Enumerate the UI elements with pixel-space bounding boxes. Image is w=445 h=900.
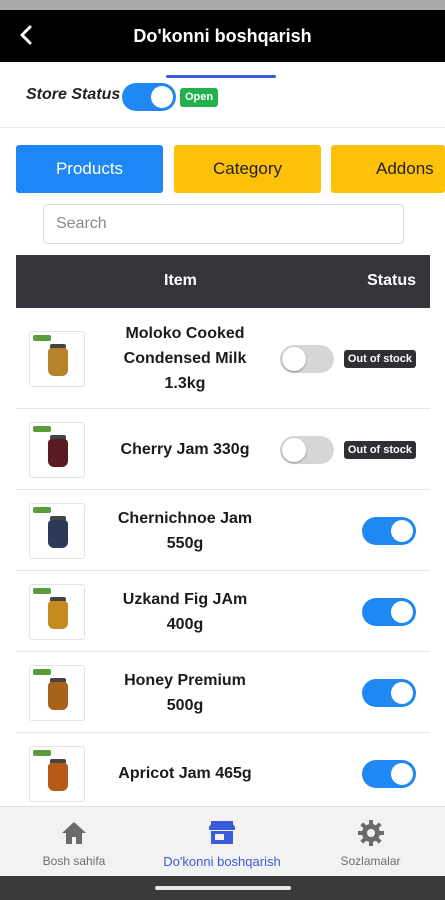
store-status-row: Store Status Open <box>0 62 445 128</box>
tab-addons[interactable]: Addons <box>331 145 445 193</box>
toggle-knob <box>151 86 173 108</box>
stock-toggle[interactable] <box>362 678 416 707</box>
product-name-line: 500g <box>166 696 204 714</box>
home-icon <box>59 819 89 847</box>
toggle-knob <box>391 681 413 704</box>
product-thumbnail <box>29 745 85 802</box>
nav-active-indicator <box>166 75 276 78</box>
table-row: Cherry Jam 330g Out of stock <box>16 409 430 490</box>
nav-home-label: Bosh sahifa <box>42 854 106 868</box>
search-input[interactable] <box>43 204 404 244</box>
product-name-line: Moloko Cooked <box>125 325 245 342</box>
product-name-line: Cherry Jam 330g <box>120 441 250 458</box>
product-name: Chernichnoe Jam 550g <box>100 506 270 556</box>
table-row: Uzkand Fig JAm 400g <box>16 571 430 652</box>
app-bar: Do'konni boshqarish <box>0 10 445 62</box>
nav-store-label: Do'konni boshqarish <box>163 854 281 869</box>
product-name-line: Condensed Milk <box>123 350 247 367</box>
product-name: Apricot Jam 465g <box>100 761 270 786</box>
table-row: Apricot Jam 465g <box>16 733 430 814</box>
open-badge: Open <box>180 88 219 107</box>
product-name-line: Apricot Jam 465g <box>118 765 252 782</box>
product-thumbnail <box>29 421 85 478</box>
tab-category[interactable]: Category <box>174 145 321 193</box>
bottom-nav: Bosh sahifa Do'konni boshqarish Sozlamal… <box>0 806 445 876</box>
product-name: Uzkand Fig JAm 400g <box>100 587 270 637</box>
toggle-knob <box>282 437 306 462</box>
store-icon <box>207 819 237 847</box>
product-thumbnail <box>29 502 85 559</box>
product-name-line: 400g <box>166 615 204 633</box>
stock-toggle[interactable] <box>362 759 416 788</box>
nav-settings[interactable]: Sozlamalar <box>296 807 445 877</box>
product-name: Honey Premium 500g <box>100 668 270 718</box>
table-row: Honey Premium 500g <box>16 652 430 733</box>
stock-toggle[interactable] <box>362 516 416 545</box>
out-of-stock-badge: Out of stock <box>343 440 416 459</box>
nav-store-management[interactable]: Do'konni boshqarish <box>148 807 296 877</box>
table-row: Chernichnoe Jam 550g <box>16 490 430 571</box>
product-thumbnail <box>29 664 85 721</box>
table-row: Moloko Cooked Condensed Milk 1.3kg Out of s… <box>16 308 430 409</box>
page-title: Do'konni boshqarish <box>133 26 312 46</box>
nav-home[interactable]: Bosh sahifa <box>0 807 148 877</box>
toggle-knob <box>391 762 413 785</box>
tab-bar: Products Category Addons <box>0 145 445 193</box>
toggle-knob <box>391 519 413 542</box>
toggle-knob <box>282 346 306 371</box>
table-header: Item Status <box>16 255 430 308</box>
stock-toggle[interactable] <box>280 435 334 464</box>
store-status-toggle[interactable] <box>122 83 176 111</box>
stock-toggle[interactable] <box>280 344 334 373</box>
product-name-line: Chernichnoe Jam <box>117 509 253 527</box>
column-header-item: Item <box>164 272 197 289</box>
toggle-knob <box>391 600 413 623</box>
product-name: Cherry Jam 330g <box>100 437 270 462</box>
column-header-status: Status <box>367 272 416 289</box>
stock-toggle[interactable] <box>362 597 416 626</box>
status-bar-strip <box>0 0 445 10</box>
store-status-label: Store Status <box>26 86 121 103</box>
product-name: Moloko Cooked Condensed Milk 1.3kg <box>100 321 270 396</box>
home-handle[interactable] <box>155 886 291 890</box>
tab-products[interactable]: Products <box>16 145 163 193</box>
system-navigation-bar <box>0 876 445 900</box>
nav-settings-label: Sozlamalar <box>340 854 401 868</box>
product-thumbnail <box>29 330 85 387</box>
gear-icon <box>356 819 386 847</box>
product-thumbnail <box>29 583 85 640</box>
product-name-line: Honey Premium <box>124 671 246 689</box>
out-of-stock-badge: Out of stock <box>343 349 416 368</box>
product-name-line: 550g <box>166 534 204 552</box>
product-name-line: 1.3kg <box>164 375 206 392</box>
product-name-line: Uzkand Fig JAm <box>122 590 248 608</box>
